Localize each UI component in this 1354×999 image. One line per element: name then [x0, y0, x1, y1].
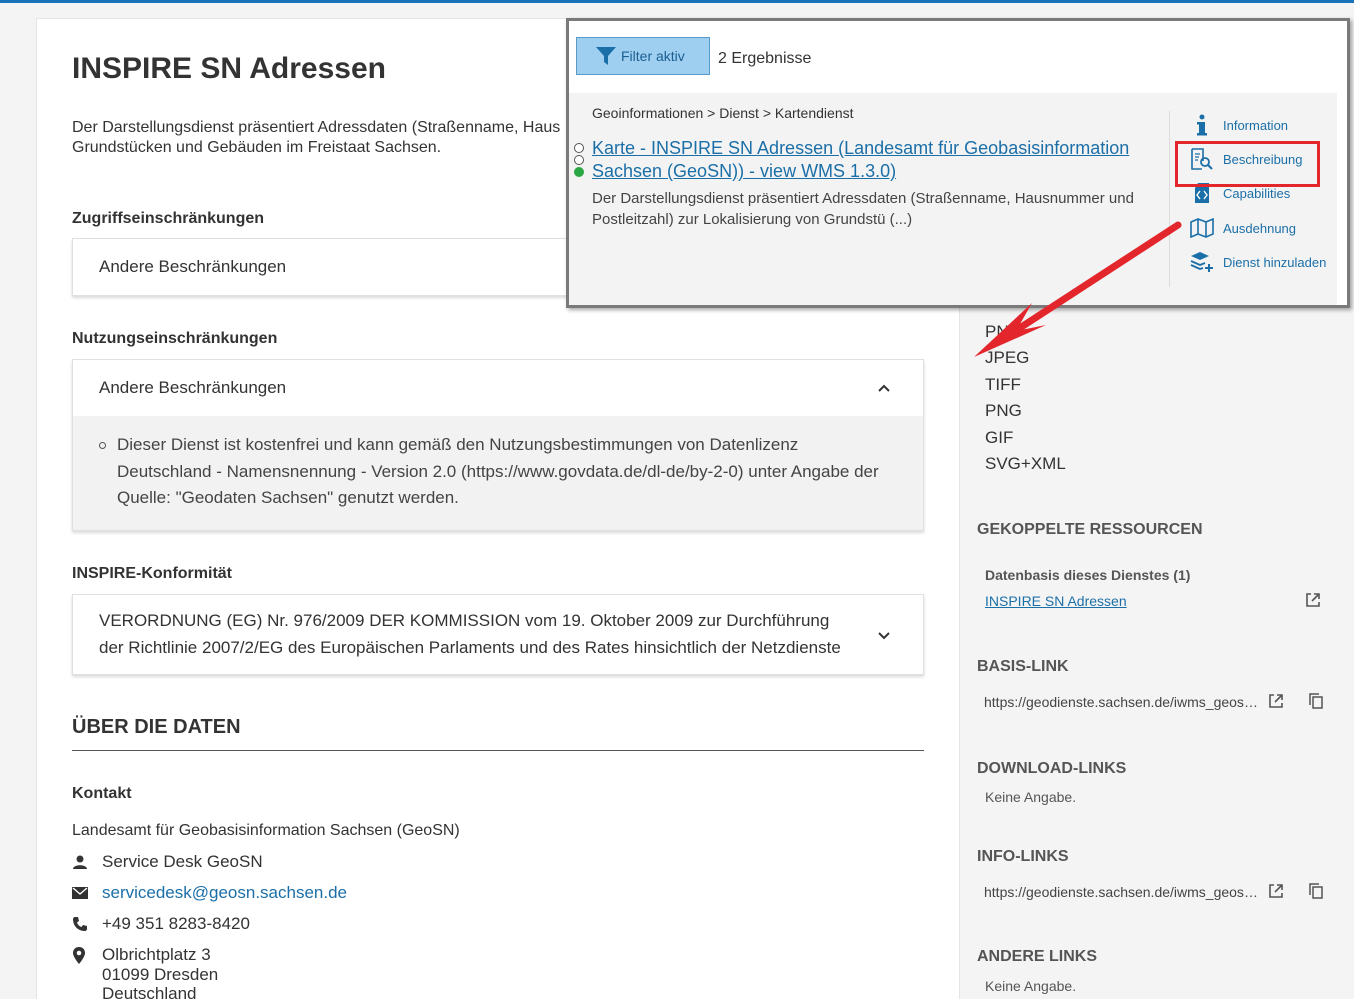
other-links-heading: ANDERE LINKS	[977, 948, 1098, 965]
result-breadcrumb: Geoinformationen > Dienst > Kartendienst	[592, 105, 854, 121]
usage-detail: Dieser Dienst ist kostenfrei und kann ge…	[73, 416, 923, 530]
red-arrow-annotation	[974, 221, 1182, 357]
chevron-up-icon[interactable]	[877, 381, 891, 395]
list-bullet	[99, 442, 106, 449]
page-title: INSPIRE SN Adressen	[72, 52, 386, 85]
beschreibung-highlight-box	[1175, 141, 1320, 187]
usage-value: Andere Beschränkungen	[99, 378, 287, 397]
usage-accordion-header[interactable]: Andere Beschränkungen	[73, 360, 923, 416]
location-pin-icon	[73, 947, 85, 964]
info-link-url[interactable]: https://geodienste.sachsen.de/iwms_geosn…	[984, 884, 1260, 900]
result-title-link[interactable]: Karte - INSPIRE SN Adressen (Landesamt f…	[592, 137, 1152, 183]
filter-icon	[596, 47, 616, 65]
format-item: PNG	[985, 401, 1022, 420]
phone-icon	[73, 917, 87, 931]
external-link-icon[interactable]	[1268, 693, 1284, 709]
about-divider	[72, 750, 924, 751]
basis-link-heading: BASIS-LINK	[977, 658, 1069, 675]
contact-address-row: Olbrichtplatz 3 01099 Dresden Deutschlan…	[72, 945, 218, 999]
copy-icon[interactable]	[1308, 883, 1324, 899]
results-count: 2 Ergebnisse	[718, 50, 812, 67]
contact-person-row: Service Desk GeoSN	[72, 852, 263, 875]
contact-email-row: servicedesk@geosn.sachsen.de	[72, 883, 347, 905]
person-icon	[73, 855, 87, 869]
format-item: SVG+XML	[985, 454, 1066, 473]
about-title: ÜBER DIE DATEN	[72, 716, 241, 738]
usage-accordion[interactable]: Andere Beschränkungen Dieser Dienst ist …	[72, 359, 924, 531]
download-links-value: Keine Angabe.	[985, 789, 1077, 805]
format-item: GIF	[985, 428, 1014, 447]
contact-email-link[interactable]: servicedesk@geosn.sachsen.de	[102, 883, 347, 903]
download-links-heading: DOWNLOAD-LINKS	[977, 760, 1127, 777]
status-radio-empty	[574, 155, 584, 165]
action-information[interactable]: Information	[1189, 113, 1288, 137]
contact-label: Kontakt	[72, 785, 132, 802]
status-active-dot	[574, 167, 584, 177]
access-label: Zugriffseinschränkungen	[72, 210, 265, 227]
external-link-icon[interactable]	[1305, 592, 1321, 608]
filter-active-button[interactable]: Filter aktiv	[576, 37, 710, 75]
contact-phone-row: +49 351 8283-8420	[72, 914, 250, 937]
action-ausdehnung[interactable]: Ausdehnung	[1189, 216, 1296, 240]
search-result-popup: Filter aktiv 2 Ergebnisse Geoinformation…	[566, 18, 1350, 308]
usage-label: Nutzungseinschränkungen	[72, 330, 278, 347]
inspire-value: VERORDNUNG (EG) Nr. 976/2009 DER KOMMISS…	[99, 611, 841, 657]
contact-address: Olbrichtplatz 3 01099 Dresden Deutschlan…	[102, 945, 219, 999]
chevron-down-icon[interactable]	[877, 628, 891, 642]
contact-person: Service Desk GeoSN	[102, 852, 263, 871]
basis-link-url[interactable]: https://geodienste.sachsen.de/iwms_geosn…	[984, 694, 1260, 710]
external-link-icon[interactable]	[1268, 883, 1284, 899]
contact-phone: +49 351 8283-8420	[102, 914, 250, 933]
copy-icon[interactable]	[1308, 693, 1324, 709]
contact-org: Landesamt für Geobasisinformation Sachse…	[72, 822, 460, 839]
access-value: Andere Beschränkungen	[99, 257, 287, 276]
other-links-value: Keine Angabe.	[985, 978, 1077, 994]
layers-add-icon	[1190, 252, 1213, 272]
page-description: Der Darstellungsdienst präsentiert Adres…	[72, 119, 561, 156]
map-icon	[1190, 218, 1214, 238]
inspire-label: INSPIRE-Konformität	[72, 565, 232, 582]
format-item: TIFF	[985, 375, 1021, 394]
action-dienst-hinzuladen[interactable]: Dienst hinzuladen	[1189, 250, 1326, 274]
top-accent-line	[0, 0, 1354, 3]
coupled-resource-link[interactable]: INSPIRE SN Adressen	[985, 593, 1127, 609]
inspire-accordion[interactable]: VERORDNUNG (EG) Nr. 976/2009 DER KOMMISS…	[72, 594, 924, 675]
info-links-heading: INFO-LINKS	[977, 848, 1069, 865]
status-radio-empty	[574, 143, 584, 153]
coupled-resources-sub: Datenbasis dieses Dienstes (1)	[985, 567, 1191, 583]
info-icon	[1197, 114, 1207, 136]
mail-icon	[72, 887, 88, 899]
result-panel: Geoinformationen > Dienst > Kartendienst…	[569, 93, 1337, 305]
coupled-resources-heading: GEKOPPELTE RESSOURCEN	[977, 521, 1203, 538]
